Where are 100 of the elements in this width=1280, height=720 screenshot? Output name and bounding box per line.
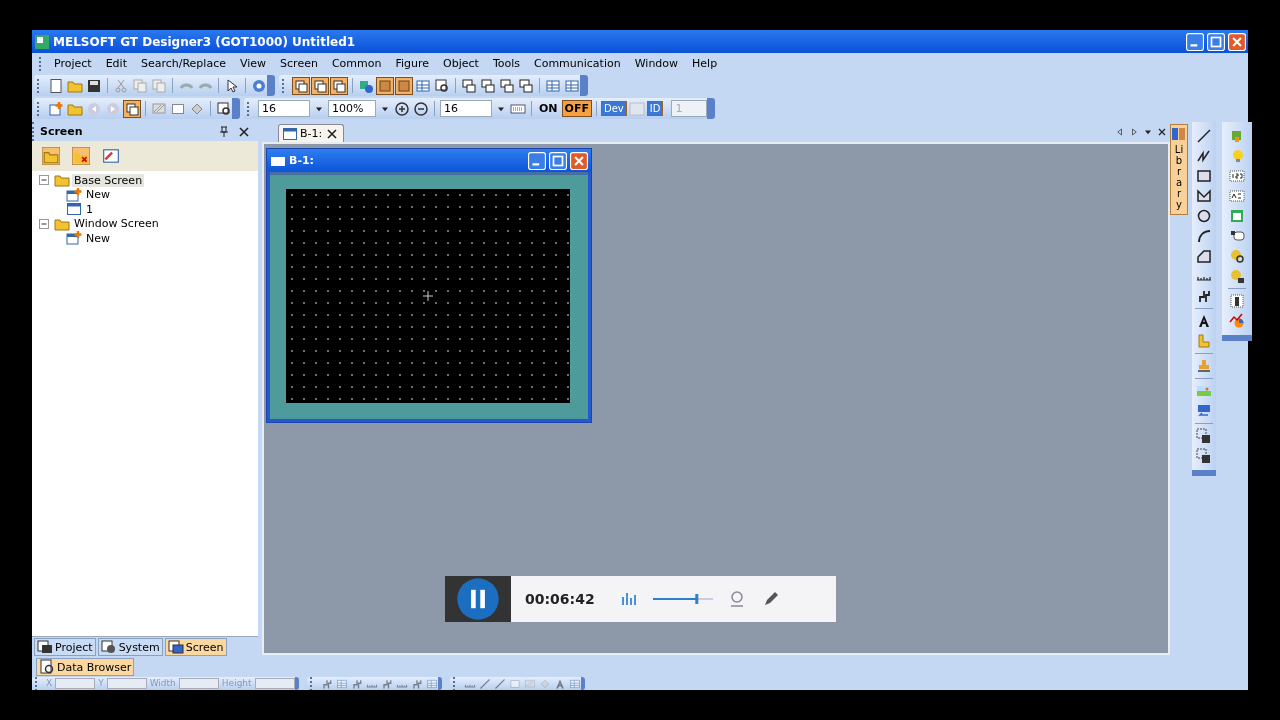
folder-icon [54, 172, 70, 189]
new-screen-icon[interactable] [48, 100, 64, 117]
new-screen-icon [66, 230, 82, 247]
tree-item[interactable]: New [84, 231, 112, 245]
screen-icon [66, 201, 82, 218]
dock-tab[interactable]: Data Browser [36, 658, 135, 676]
menu-item[interactable]: Search/Replace [133, 57, 233, 70]
crosshair-cursor-icon [423, 291, 433, 301]
zoom-in-icon[interactable] [394, 100, 410, 117]
close-icon[interactable] [1156, 126, 1168, 138]
tree-item[interactable]: 1 [84, 202, 95, 216]
volume-slider[interactable] [653, 594, 713, 604]
project-tab-icon [37, 639, 53, 655]
panel-tab[interactable]: Screen [164, 638, 227, 656]
windows-icon[interactable] [518, 77, 534, 94]
menu-item[interactable]: View [232, 57, 274, 70]
zoom-out-icon[interactable] [413, 100, 429, 117]
panel-tab[interactable]: System [97, 638, 163, 656]
window-title: B-1: [289, 154, 314, 167]
property-label: Width [149, 678, 176, 689]
library-icon [1171, 126, 1187, 142]
hatch-icon[interactable] [151, 100, 167, 117]
zoom-area-icon[interactable] [434, 77, 450, 94]
display-toggle-button[interactable]: ID [647, 102, 663, 115]
window-stack-icon[interactable] [331, 77, 347, 94]
open-folder-icon[interactable] [42, 147, 60, 165]
property-label: Y [98, 678, 104, 689]
recording-timer: 00:06:42 [525, 591, 596, 607]
text-tool-icon[interactable] [1196, 313, 1212, 329]
menu-item[interactable]: Screen [273, 57, 325, 70]
property-field[interactable] [106, 678, 147, 689]
menu-item[interactable]: Object [436, 57, 486, 70]
group-icon[interactable] [1196, 428, 1212, 444]
panel-title: Screen [40, 125, 83, 138]
menu-item[interactable]: Communication [527, 57, 628, 70]
rectangle-icon[interactable] [1196, 168, 1212, 184]
windows-icon[interactable] [461, 77, 477, 94]
zoom-area-icon[interactable] [216, 100, 232, 117]
window-stack-icon[interactable] [293, 77, 309, 94]
property-label: Height [221, 678, 252, 689]
table-icon[interactable] [564, 77, 580, 94]
menu-item[interactable]: Window [627, 57, 686, 70]
library-tab[interactable]: Library [1170, 124, 1188, 215]
state-toggle-button[interactable]: OFF [562, 101, 591, 116]
property-field[interactable] [178, 678, 219, 689]
windows-icon[interactable] [480, 77, 496, 94]
polyline-icon[interactable] [1196, 148, 1212, 164]
new-screen-icon [66, 186, 82, 203]
property-label: X [46, 678, 53, 689]
font-size-select[interactable]: 16 [258, 100, 310, 117]
scissors-icon[interactable] [113, 77, 129, 94]
display-toggle-button[interactable]: Dev [601, 102, 626, 115]
minimize-icon[interactable] [528, 151, 546, 170]
menu-item[interactable]: Common [324, 57, 389, 70]
tree-item[interactable]: Window Screen [72, 217, 161, 231]
menu-item[interactable]: Edit [98, 57, 134, 70]
minimize-icon[interactable] [1186, 32, 1204, 51]
window-stack-icon[interactable] [312, 77, 328, 94]
menu-item[interactable]: Tools [485, 57, 527, 70]
pause-button[interactable] [445, 576, 511, 622]
window-title: MELSOFT GT Designer3 (GOT1000) Untitled1 [53, 34, 356, 49]
property-field[interactable] [254, 678, 295, 689]
screen-icon [282, 125, 298, 142]
maximize-icon[interactable] [549, 151, 567, 170]
circle-icon[interactable] [1196, 208, 1212, 224]
property-field[interactable] [55, 678, 96, 689]
save-icon[interactable] [86, 77, 102, 94]
system-tab-icon [100, 639, 117, 655]
panel-tab[interactable]: Project [34, 638, 96, 656]
screen-canvas[interactable] [286, 189, 570, 403]
data-browser-icon [39, 659, 55, 675]
stamp-icon[interactable] [1196, 358, 1212, 374]
zoom-select[interactable]: 100% [328, 100, 376, 117]
graph-icon[interactable] [1229, 313, 1245, 329]
menu-item[interactable]: Figure [388, 57, 437, 70]
menu-item[interactable]: Project [47, 57, 99, 70]
pointer-icon[interactable] [224, 77, 240, 94]
page-icon[interactable] [48, 77, 64, 94]
tree-item[interactable]: New [84, 188, 112, 202]
screen-tab-icon [167, 639, 184, 655]
window-stack-icon[interactable] [124, 100, 140, 117]
line-icon[interactable] [1196, 128, 1212, 144]
tree-item[interactable]: Base Screen [72, 173, 145, 187]
group-icon[interactable] [1196, 448, 1212, 464]
polygon-icon[interactable] [1196, 188, 1212, 204]
delete-folder-icon[interactable] [72, 147, 90, 165]
menu-item[interactable]: Help [685, 57, 725, 70]
screen-properties-icon[interactable] [102, 147, 120, 165]
steps-icon[interactable] [1196, 288, 1212, 304]
state-toggle-button[interactable]: ON [537, 101, 560, 116]
arc-icon[interactable] [1196, 228, 1212, 244]
windows-icon[interactable] [499, 77, 515, 94]
app-icon [34, 33, 50, 50]
sector-icon[interactable] [1196, 248, 1212, 264]
editor-tab[interactable]: B-1: [278, 124, 345, 142]
grid-size-select[interactable]: 16 [440, 100, 492, 117]
help-icon[interactable] [251, 77, 267, 94]
maximize-icon[interactable] [1207, 32, 1225, 51]
comment-icon[interactable] [1229, 228, 1245, 244]
table-icon[interactable] [545, 77, 561, 94]
